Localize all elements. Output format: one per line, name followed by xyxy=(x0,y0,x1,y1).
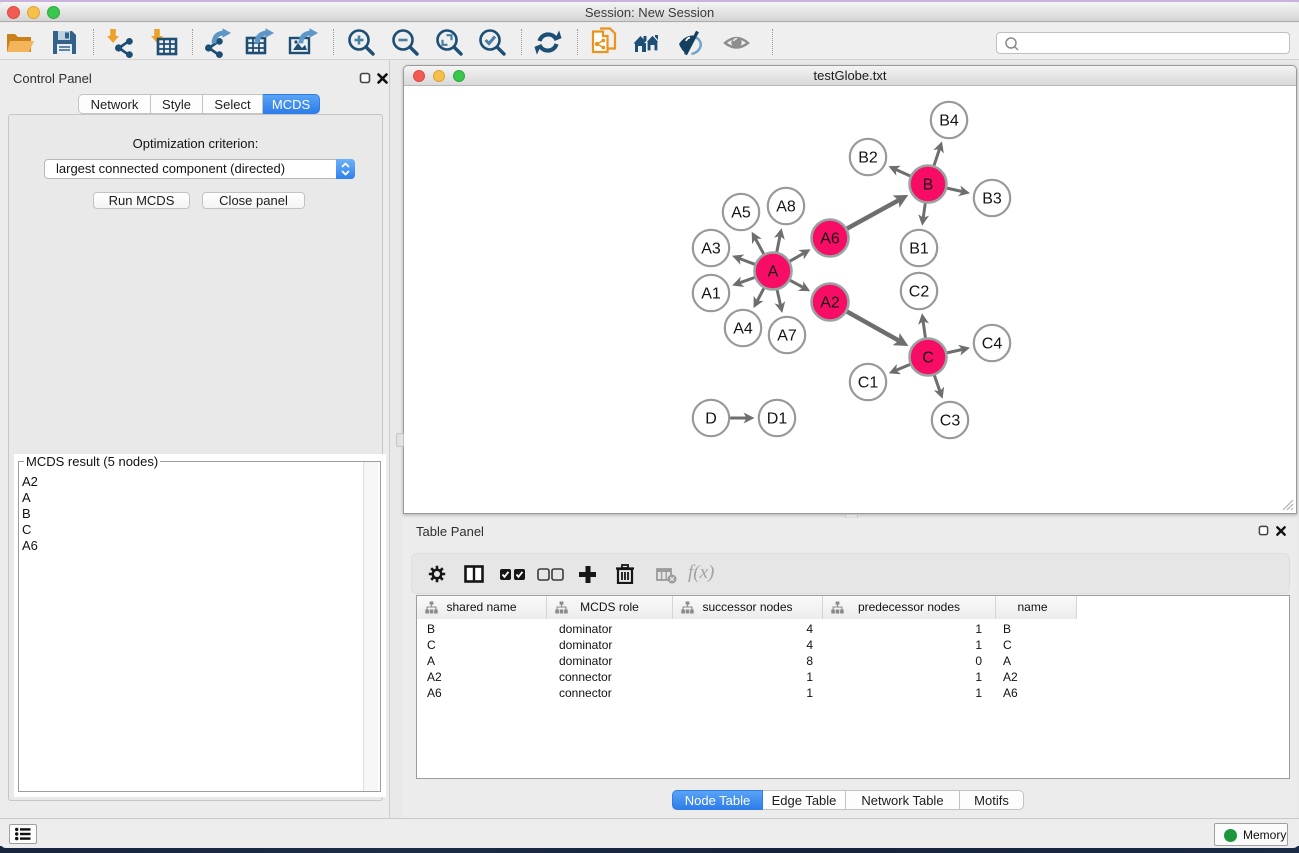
svg-text:B: B xyxy=(923,177,934,194)
svg-text:B4: B4 xyxy=(939,113,959,130)
svg-text:D: D xyxy=(705,411,717,428)
svg-text:C: C xyxy=(922,350,934,367)
svg-text:C2: C2 xyxy=(909,284,930,301)
svg-text:A1: A1 xyxy=(701,286,721,303)
svg-text:C1: C1 xyxy=(858,375,879,392)
svg-text:A3: A3 xyxy=(701,241,721,258)
svg-text:A4: A4 xyxy=(733,321,753,338)
svg-text:D1: D1 xyxy=(767,411,788,428)
svg-text:A5: A5 xyxy=(731,205,751,222)
svg-text:A8: A8 xyxy=(776,199,796,216)
svg-text:B2: B2 xyxy=(858,150,878,167)
svg-text:A6: A6 xyxy=(820,231,840,248)
svg-text:A: A xyxy=(768,264,779,281)
svg-text:A7: A7 xyxy=(777,328,797,345)
svg-text:B1: B1 xyxy=(909,241,929,258)
svg-text:C4: C4 xyxy=(982,336,1003,353)
svg-text:A2: A2 xyxy=(820,295,840,312)
svg-text:C3: C3 xyxy=(940,413,961,430)
svg-text:B3: B3 xyxy=(982,191,1002,208)
